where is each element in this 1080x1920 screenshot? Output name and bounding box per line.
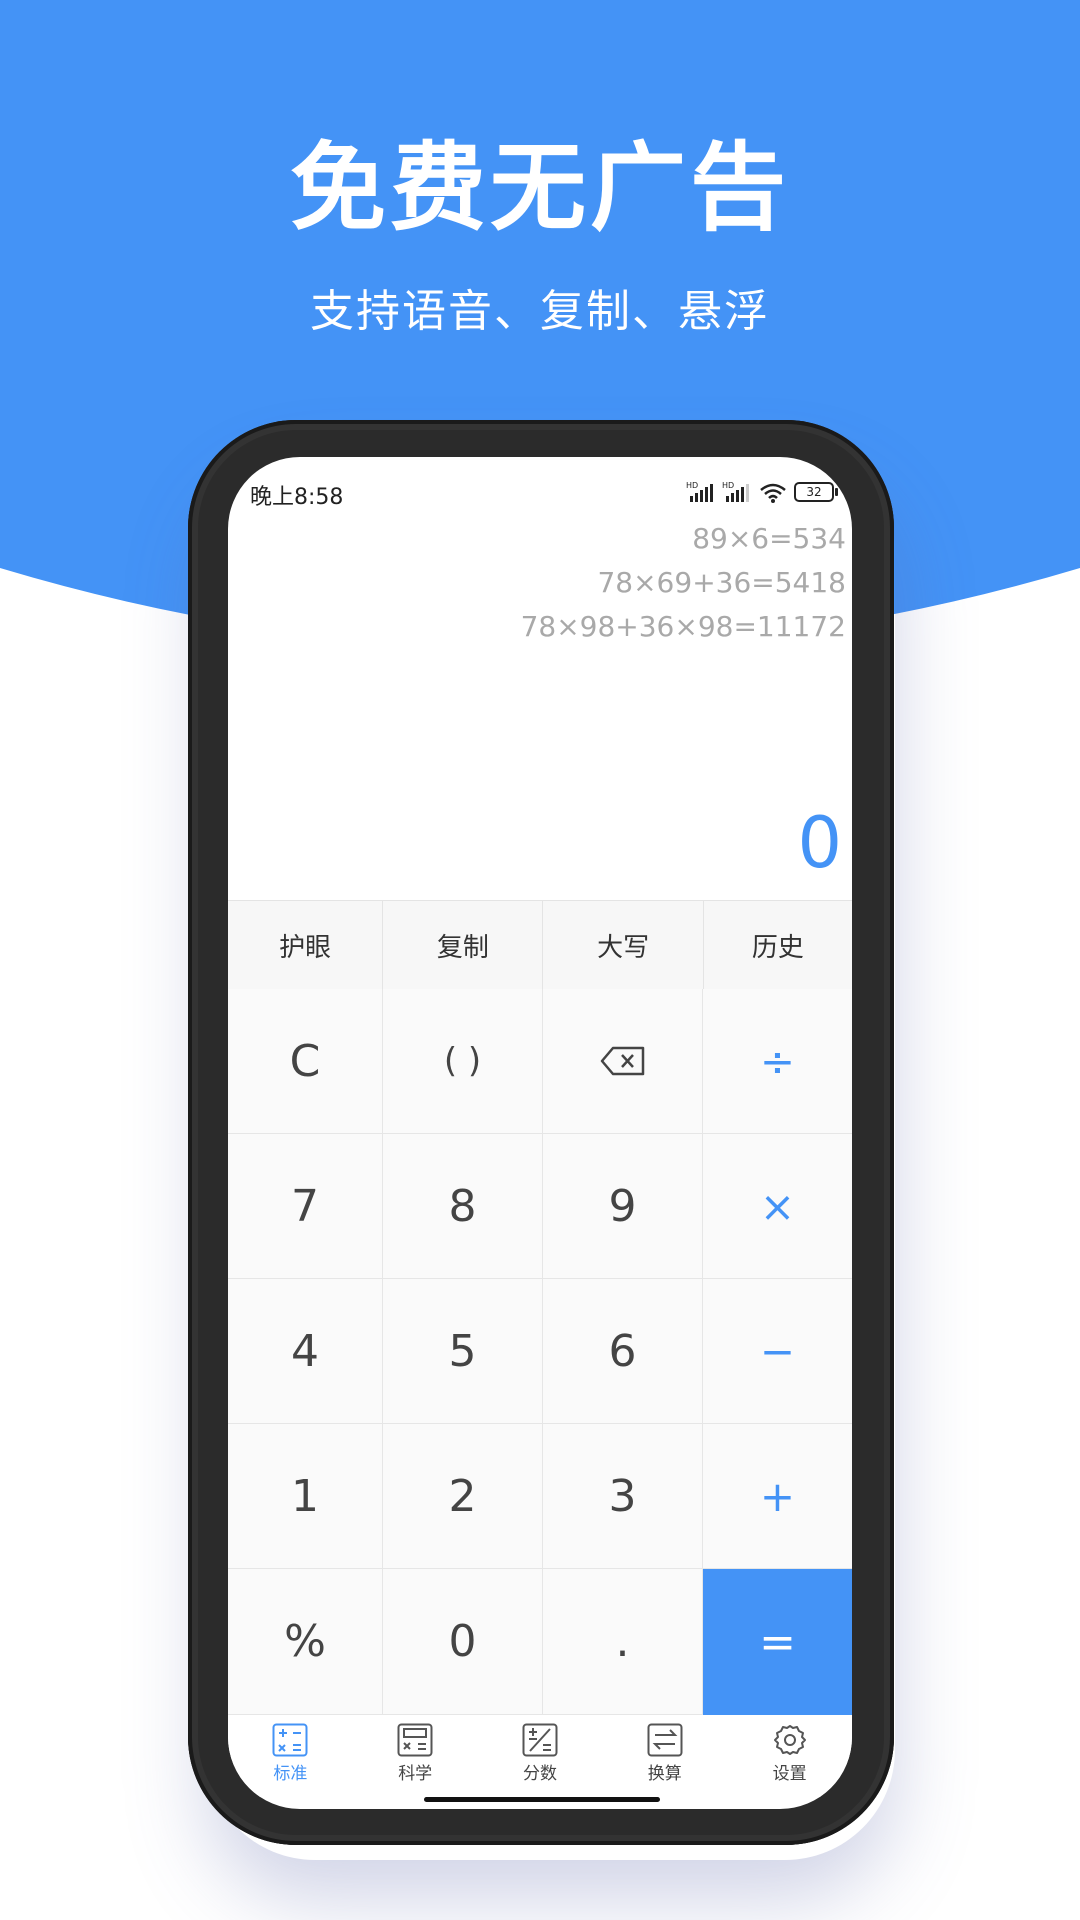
- history-button[interactable]: 历史: [704, 901, 852, 989]
- status-icons: HD HD 32: [686, 479, 838, 505]
- history-item[interactable]: 78×98+36×98=11172: [521, 605, 846, 649]
- tab-convert[interactable]: 换算: [602, 1715, 727, 1797]
- plus-key[interactable]: +: [703, 1424, 852, 1569]
- scientific-calc-icon: [397, 1723, 433, 1757]
- svg-text:HD: HD: [722, 481, 734, 490]
- tab-label: 科学: [398, 1764, 433, 1784]
- signal-icon-2: HD: [722, 481, 749, 502]
- tab-label: 设置: [772, 1764, 807, 1784]
- tab-label: 标准: [273, 1764, 308, 1784]
- function-toolbar: 护眼 复制 大写 历史: [228, 900, 852, 990]
- divide-key[interactable]: ÷: [703, 989, 852, 1134]
- history-item[interactable]: 89×6=534: [521, 517, 846, 561]
- digit-0-key[interactable]: 0: [383, 1569, 543, 1715]
- backspace-key[interactable]: [543, 989, 703, 1134]
- gear-icon: [773, 1725, 806, 1755]
- battery-icon: 32: [794, 482, 838, 502]
- fraction-icon: [522, 1723, 558, 1757]
- digit-9-key[interactable]: 9: [543, 1134, 703, 1279]
- percent-key[interactable]: %: [228, 1569, 383, 1715]
- status-time: 晚上8:58: [250, 485, 344, 510]
- minus-key[interactable]: −: [703, 1279, 852, 1424]
- convert-icon: [647, 1723, 683, 1757]
- copy-button[interactable]: 复制: [383, 901, 544, 989]
- tab-fraction[interactable]: 分数: [478, 1715, 603, 1797]
- tab-label: 分数: [522, 1764, 557, 1784]
- home-indicator[interactable]: [424, 1797, 660, 1802]
- multiply-key[interactable]: ×: [703, 1134, 852, 1279]
- banner-title: 免费无广告: [290, 132, 790, 244]
- parentheses-key[interactable]: ( ): [383, 989, 543, 1134]
- digit-2-key[interactable]: 2: [383, 1424, 543, 1569]
- wifi-icon: [760, 483, 786, 503]
- digit-3-key[interactable]: 3: [543, 1424, 703, 1569]
- digit-1-key[interactable]: 1: [228, 1424, 383, 1569]
- digit-6-key[interactable]: 6: [543, 1279, 703, 1424]
- equals-key[interactable]: =: [703, 1569, 852, 1715]
- eye-care-button[interactable]: 护眼: [228, 901, 384, 989]
- signal-icon: HD: [686, 481, 713, 502]
- svg-text:HD: HD: [686, 481, 698, 490]
- phone-screen: 晚上8:58 HD HD 32 89×6=534 78×69+36=5418 7…: [228, 457, 852, 1809]
- digit-5-key[interactable]: 5: [383, 1279, 543, 1424]
- history-list: 89×6=534 78×69+36=5418 78×98+36×98=11172: [521, 517, 846, 649]
- standard-calc-icon: [272, 1723, 308, 1757]
- tab-scientific[interactable]: 科学: [353, 1715, 478, 1797]
- keypad: C ( ) ÷ 7 8 9 × 4 5 6 − 1 2 3 + % 0 . =: [228, 989, 852, 1715]
- uppercase-button[interactable]: 大写: [543, 901, 704, 989]
- tab-settings[interactable]: 设置: [727, 1715, 852, 1797]
- digit-4-key[interactable]: 4: [228, 1279, 383, 1424]
- clear-key[interactable]: C: [228, 989, 383, 1134]
- tab-label: 换算: [647, 1764, 682, 1784]
- tab-standard[interactable]: 标准: [228, 1715, 353, 1797]
- bottom-tab-bar: 标准 科学 分数 换算 设置: [228, 1715, 852, 1797]
- result-display: 0: [797, 802, 842, 884]
- banner-subtitle: 支持语音、复制、悬浮: [310, 286, 770, 337]
- backspace-icon: [600, 1046, 644, 1076]
- digit-8-key[interactable]: 8: [383, 1134, 543, 1279]
- decimal-key[interactable]: .: [543, 1569, 703, 1715]
- history-item[interactable]: 78×69+36=5418: [521, 561, 846, 605]
- digit-7-key[interactable]: 7: [228, 1134, 383, 1279]
